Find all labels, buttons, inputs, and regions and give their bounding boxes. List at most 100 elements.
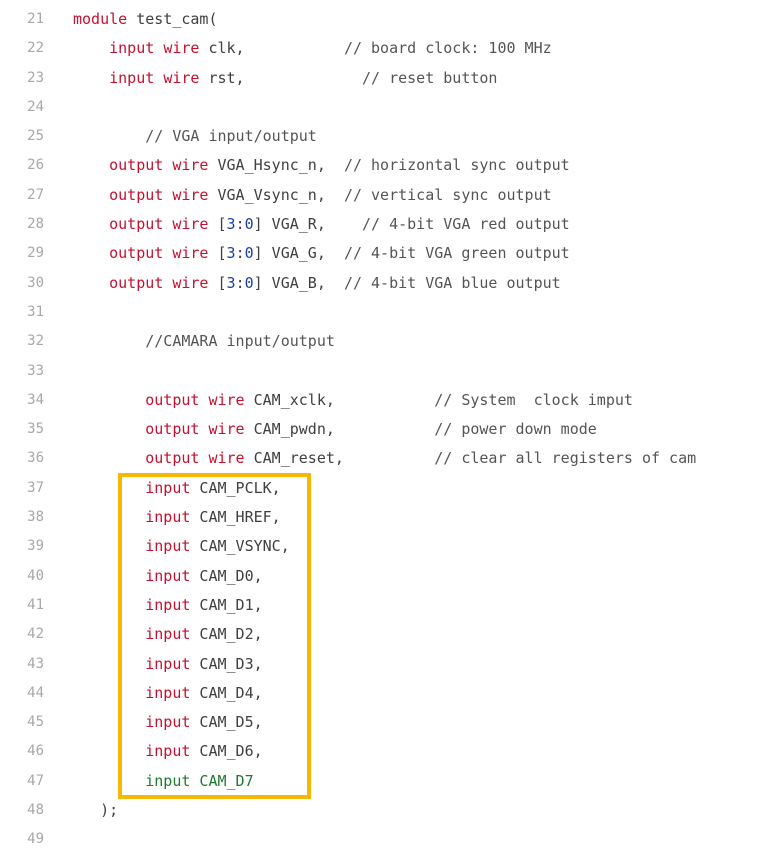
code-token-ident: VGA_Hsync_n, <box>208 156 344 175</box>
line-number: 29 <box>27 245 44 262</box>
code-token-keyword: wire <box>208 420 245 439</box>
code-token-keyword: output <box>109 185 164 204</box>
code-token-keyword: wire <box>208 390 245 409</box>
code-token-keyword: module <box>73 10 128 28</box>
line-code: output wire CAM_pwdn, // power down mode <box>73 415 597 444</box>
code-token-keyword: input <box>145 713 191 732</box>
line-number: 22 <box>27 40 44 57</box>
line-code: input CAM_VSYNC, <box>73 532 290 561</box>
code-line: 39 input CAM_VSYNC, <box>0 532 762 561</box>
code-token-ident: [ <box>208 244 227 263</box>
line-number: 28 <box>27 216 44 233</box>
code-token-ident: ); <box>100 801 119 820</box>
code-token-number: 3 <box>226 273 236 292</box>
line-number: 35 <box>27 421 44 438</box>
code-token-keyword: output <box>109 215 164 234</box>
code-token-comment: // power down mode <box>434 420 597 439</box>
line-number: 34 <box>27 391 44 408</box>
line-number: 37 <box>27 479 44 496</box>
code-line: 28 output wire [3:0] VGA_R, // 4-bit VGA… <box>0 210 762 239</box>
line-code: input CAM_D6, <box>73 737 262 766</box>
code-token-keyword: wire <box>163 39 200 58</box>
code-token-keyword: input <box>145 566 191 585</box>
line-code: output wire CAM_xclk, // System clock im… <box>73 386 633 415</box>
code-token-keyword: input <box>145 625 191 644</box>
code-token-ident: ] VGA_R, <box>253 215 362 234</box>
code-token-number: 3 <box>226 244 236 263</box>
line-code: input CAM_D2, <box>73 620 263 649</box>
code-token-ident: CAM_D5, <box>190 713 263 732</box>
code-token-ident: [ <box>208 273 227 292</box>
line-number: 32 <box>27 333 44 350</box>
code-token-comment: // 4-bit VGA blue output <box>343 273 561 292</box>
code-token-keyword: wire <box>172 273 209 292</box>
code-view: 21 module test_cam( 22 input wire clk, // … <box>0 5 762 855</box>
code-token-ident: VGA_Vsync_n, <box>208 185 344 204</box>
code-line: 24 <box>0 93 762 122</box>
line-number: 38 <box>27 509 44 526</box>
code-token-comment: // board clock: 100 MHz <box>343 39 552 58</box>
line-number: 25 <box>27 128 44 145</box>
line-number: 43 <box>27 655 44 672</box>
code-token-ident: CAM_D1, <box>190 595 263 614</box>
line-number: 30 <box>27 274 44 291</box>
line-number: 24 <box>27 98 44 115</box>
code-line: 46 input CAM_D6, <box>0 737 762 766</box>
code-token-ident: CAM_D4, <box>190 683 263 702</box>
code-line: 23 input wire rst, // reset button <box>0 64 762 93</box>
code-line: 37 input CAM_PCLK, <box>0 474 762 503</box>
code-token-comment: // reset button <box>362 68 498 87</box>
code-token-ident: clk, <box>199 39 344 58</box>
code-line: 43 input CAM_D3, <box>0 650 762 679</box>
code-token-keyword: input <box>145 537 191 556</box>
code-token-keyword: input <box>145 508 191 527</box>
code-line: 49 <box>0 825 762 854</box>
line-code: input wire rst, // reset button <box>73 64 497 93</box>
line-number: 47 <box>27 772 44 789</box>
line-number: 21 <box>27 11 44 27</box>
line-number: 41 <box>27 596 44 613</box>
line-number: 46 <box>27 743 44 760</box>
line-code: output wire CAM_reset, // clear all regi… <box>73 444 696 473</box>
code-token-comment: // clear all registers of cam <box>434 449 697 468</box>
line-code: // VGA input/output <box>73 122 317 151</box>
code-token-ident: ] VGA_B, <box>253 273 344 292</box>
code-token-ident: ] VGA_G, <box>253 244 344 263</box>
line-code: input CAM_D7 <box>73 767 254 796</box>
code-token-ident: : <box>235 273 245 292</box>
line-code: input CAM_D5, <box>73 708 263 737</box>
code-line: 27 output wire VGA_Vsync_n, // vertical … <box>0 181 762 210</box>
code-token-keyword: input <box>109 68 155 87</box>
code-token-ident: CAM_PCLK, <box>190 478 281 497</box>
line-code: input CAM_D3, <box>73 650 262 679</box>
line-number: 42 <box>27 626 44 643</box>
line-number: 31 <box>27 303 44 320</box>
line-number: 45 <box>27 714 44 731</box>
code-token-ident: CAM_D2, <box>190 625 263 644</box>
code-line: 48 ); <box>0 796 762 825</box>
code-token-keyword: output <box>109 156 164 175</box>
code-token-keyword: wire <box>172 244 209 263</box>
code-token-green: input CAM_D7 <box>145 771 254 790</box>
line-code: output wire VGA_Vsync_n, // vertical syn… <box>73 181 552 210</box>
code-line: 33 <box>0 357 762 386</box>
code-token-ident: test_cam( <box>127 10 218 28</box>
code-token-ident: : <box>235 244 245 263</box>
